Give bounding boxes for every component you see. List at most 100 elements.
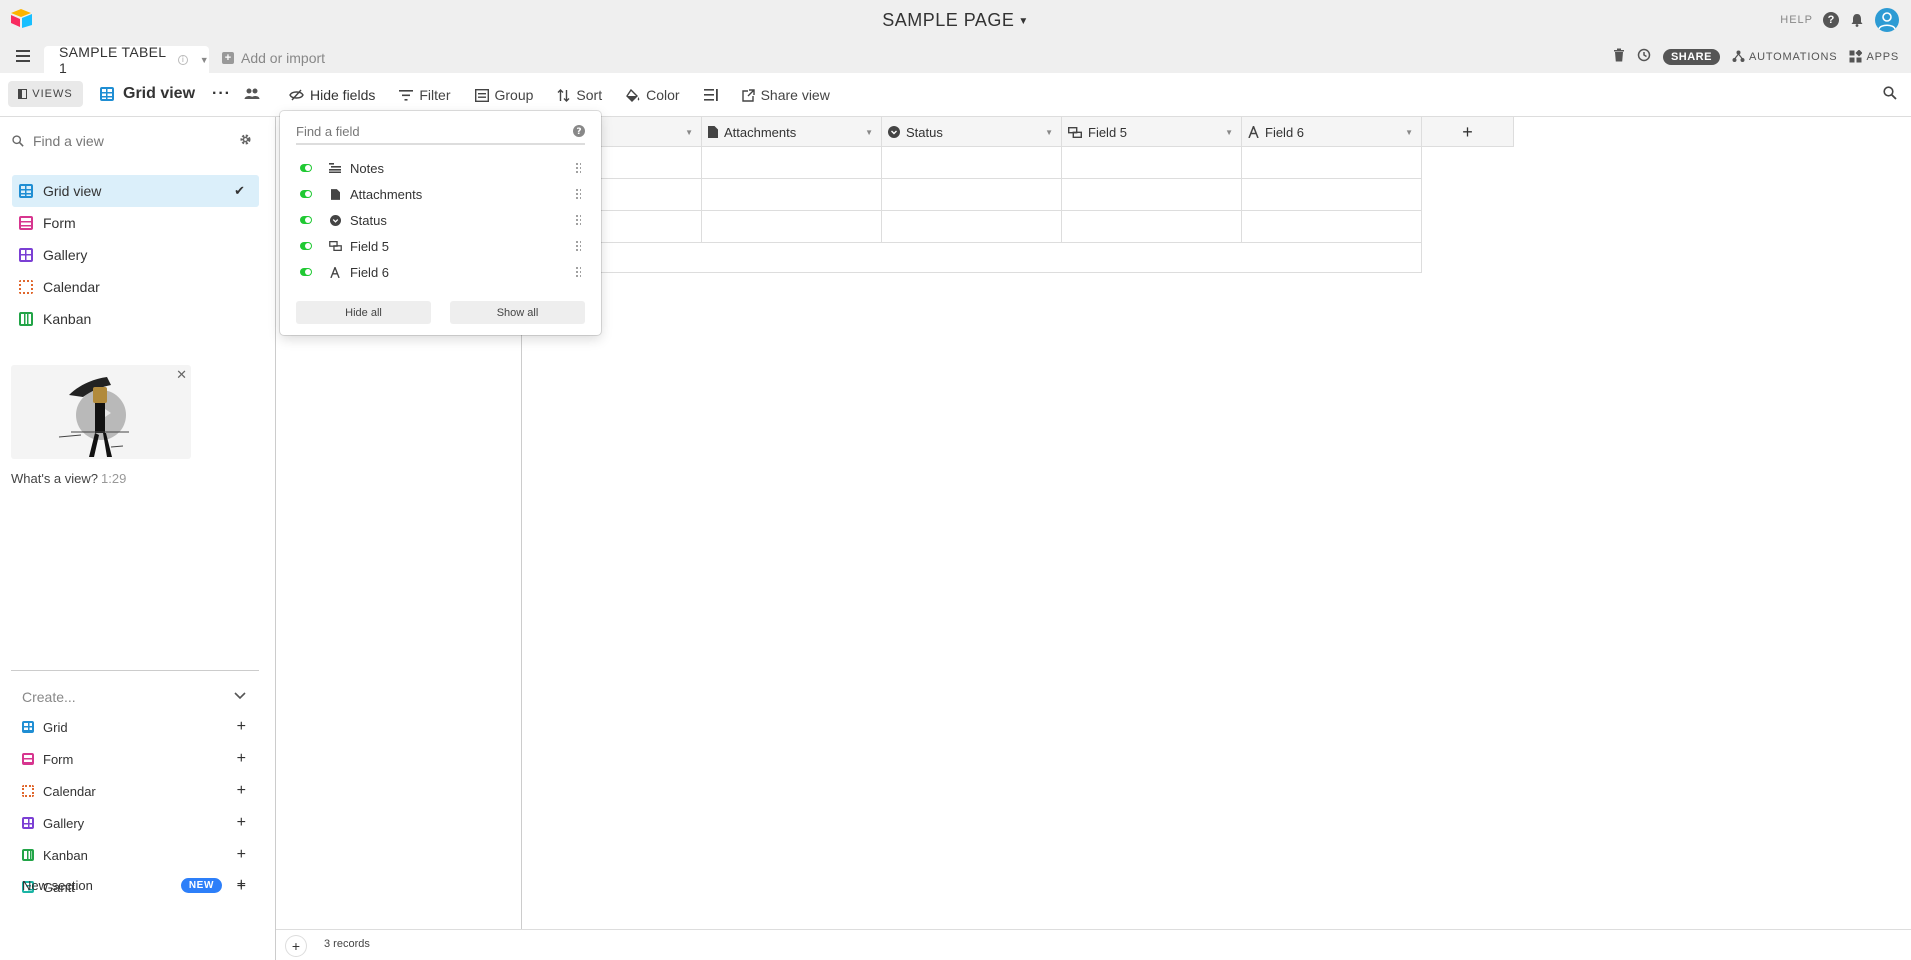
field-row-attachments[interactable]: Attachments (296, 181, 585, 207)
column-header-field-6[interactable]: Field 6 ▼ (1242, 117, 1422, 147)
chevron-down-icon[interactable]: ▼ (1405, 128, 1413, 137)
tutorial-video-thumbnail[interactable]: ✕ (11, 365, 191, 459)
grid-cell[interactable] (1242, 147, 1422, 178)
table-row[interactable] (522, 147, 1422, 179)
bell-icon[interactable] (1849, 12, 1865, 28)
sidebar-item-calendar[interactable]: Calendar (12, 271, 259, 303)
plus-icon[interactable]: + (237, 782, 246, 800)
visibility-toggle[interactable] (300, 190, 312, 198)
grid-cell[interactable] (882, 147, 1062, 178)
page-title[interactable]: SAMPLE PAGE ▼ (0, 10, 1911, 31)
field-row-field-6[interactable]: Field 6 (296, 259, 585, 285)
column-header-attachments[interactable]: Attachments ▼ (702, 117, 882, 147)
search-icon[interactable] (1883, 86, 1897, 105)
menu-icon[interactable] (16, 50, 30, 62)
plus-icon[interactable]: + (237, 876, 246, 894)
add-record-button[interactable]: + (286, 936, 306, 956)
sidebar-item-grid-view[interactable]: Grid view ✔ (12, 175, 259, 207)
apps-button[interactable]: APPS (1849, 50, 1899, 63)
column-header-field-5[interactable]: Field 5 ▼ (1062, 117, 1242, 147)
grid-cell[interactable] (1242, 179, 1422, 210)
current-view-name[interactable]: Grid view (100, 85, 195, 103)
share-button[interactable]: SHARE (1662, 48, 1720, 65)
views-toggle-button[interactable]: VIEWS (8, 81, 83, 107)
table-row[interactable] (522, 179, 1422, 211)
sidebar-item-gallery[interactable]: Gallery (12, 239, 259, 271)
plus-icon[interactable]: + (237, 846, 246, 864)
drag-handle-icon[interactable] (575, 240, 581, 252)
drag-handle-icon[interactable] (575, 162, 581, 174)
chevron-down-icon[interactable]: ▼ (1045, 128, 1053, 137)
avatar[interactable] (1875, 8, 1899, 32)
visibility-toggle[interactable] (300, 242, 312, 250)
grid-cell[interactable] (1062, 179, 1242, 210)
column-header-status[interactable]: Status ▼ (882, 117, 1062, 147)
chevron-down-icon[interactable]: ▼ (200, 55, 209, 65)
add-or-import-button[interactable]: + Add or import (222, 50, 325, 66)
automations-button[interactable]: AUTOMATIONS (1732, 50, 1837, 63)
video-caption[interactable]: What's a view? 1:29 (11, 471, 126, 486)
more-options-icon[interactable]: ··· (212, 85, 231, 103)
add-field-button[interactable]: + (1422, 117, 1514, 147)
chevron-down-icon[interactable]: ▼ (865, 128, 873, 137)
grid-cell[interactable] (882, 179, 1062, 210)
grid-cell[interactable] (702, 179, 882, 210)
filter-button[interactable]: Filter (399, 87, 451, 103)
field-row-field-5[interactable]: Field 5 (296, 233, 585, 259)
grid-cell[interactable] (702, 147, 882, 178)
help-icon[interactable]: ? (573, 125, 585, 140)
grid-cell[interactable] (882, 211, 1062, 242)
group-button[interactable]: Group (474, 87, 533, 103)
hide-all-button[interactable]: Hide all (296, 301, 431, 324)
share-view-button[interactable]: Share view (741, 87, 830, 103)
visibility-toggle[interactable] (300, 216, 312, 224)
visibility-toggle[interactable] (300, 164, 312, 172)
drag-handle-icon[interactable] (575, 188, 581, 200)
plus-icon[interactable]: + (237, 718, 246, 736)
close-icon[interactable]: ✕ (176, 367, 187, 383)
help-label[interactable]: HELP (1780, 14, 1813, 26)
tab-sample-tabel-1[interactable]: SAMPLE TABEL 1 i ▼ (44, 43, 209, 76)
external-link-icon (741, 88, 755, 102)
row-height-button[interactable] (703, 89, 718, 101)
add-record-row[interactable] (522, 243, 1422, 273)
sort-button[interactable]: Sort (557, 87, 602, 103)
grid-cell[interactable] (1062, 211, 1242, 242)
trash-icon[interactable] (1613, 48, 1625, 65)
find-view-input[interactable]: Find a view (12, 133, 252, 149)
create-gallery-button[interactable]: Gallery + (22, 807, 254, 839)
chevron-down-icon[interactable]: ▼ (1225, 128, 1233, 137)
sidebar-item-kanban[interactable]: Kanban (12, 303, 259, 335)
create-kanban-button[interactable]: Kanban + (22, 839, 254, 871)
hide-fields-button[interactable]: Hide fields (289, 87, 375, 103)
drag-handle-icon[interactable] (575, 266, 581, 278)
new-section-button[interactable]: New section NEW + (22, 869, 254, 901)
color-button[interactable]: Color (626, 87, 680, 103)
create-calendar-button[interactable]: Calendar + (22, 775, 254, 807)
grid-cell[interactable] (1242, 211, 1422, 242)
field-row-status[interactable]: Status (296, 207, 585, 233)
tab-label: SAMPLE TABEL 1 (59, 43, 166, 76)
collaborators-icon[interactable] (244, 87, 260, 105)
show-all-button[interactable]: Show all (450, 301, 585, 324)
visibility-toggle[interactable] (300, 268, 312, 276)
plus-icon[interactable]: + (237, 814, 246, 832)
help-icon[interactable]: ? (1823, 12, 1839, 28)
sidebar-item-form[interactable]: Form (12, 207, 259, 239)
chevron-down-icon[interactable] (234, 687, 246, 703)
history-icon[interactable] (1637, 48, 1651, 65)
info-icon[interactable]: i (178, 54, 188, 65)
create-form-button[interactable]: Form + (22, 743, 254, 775)
chevron-down-icon[interactable]: ▼ (685, 128, 693, 137)
gear-icon[interactable] (239, 133, 252, 149)
find-field-input[interactable]: Find a field ? (296, 119, 585, 145)
field-row-notes[interactable]: Notes (296, 155, 585, 181)
grid-cell[interactable] (702, 211, 882, 242)
create-grid-button[interactable]: Grid + (22, 711, 254, 743)
drag-handle-icon[interactable] (575, 214, 581, 226)
chevron-down-icon[interactable]: ▼ (1018, 16, 1028, 27)
plus-icon[interactable]: + (237, 750, 246, 768)
table-row[interactable] (522, 211, 1422, 243)
create-section-toggle[interactable]: Create... (22, 689, 254, 705)
grid-cell[interactable] (1062, 147, 1242, 178)
